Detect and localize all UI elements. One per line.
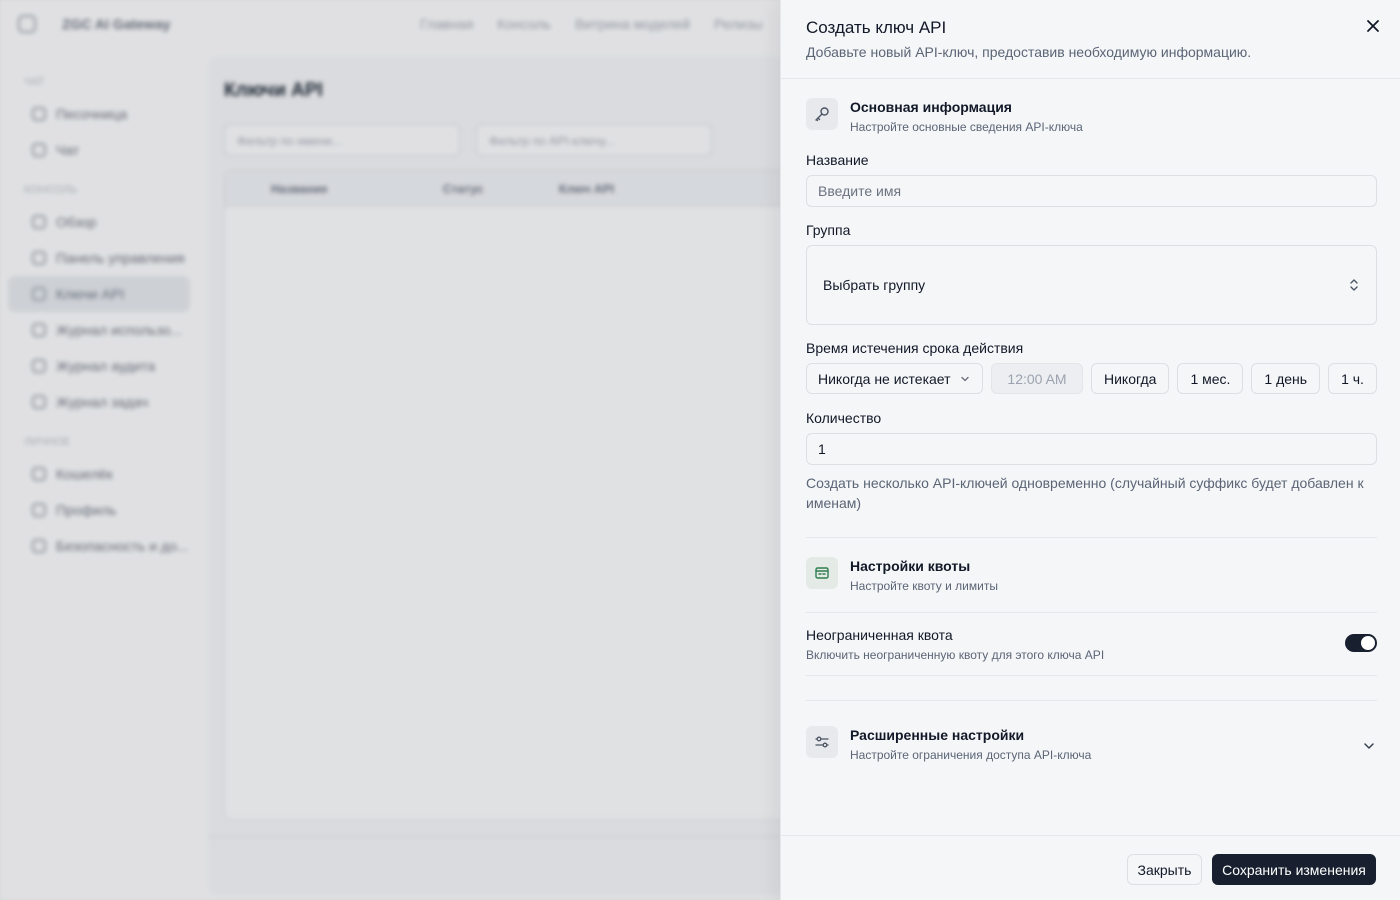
unlimited-quota-help: Включить неограниченную квоту для этого … <box>806 648 1105 662</box>
section-subtitle: Настройте ограничения доступа API-ключа <box>850 748 1092 762</box>
quantity-help: Создать несколько API-ключей одновременн… <box>806 475 1364 511</box>
group-label: Группа <box>806 222 851 238</box>
basic-info-header: Основная информация Настройте основные с… <box>806 98 1083 134</box>
name-label: Название <box>806 152 869 168</box>
drawer-title: Создать ключ API <box>806 18 947 37</box>
toggle-knob <box>1361 636 1375 650</box>
quota-text: Настройки квоты Настройте квоту и лимиты <box>850 557 998 593</box>
section-divider <box>806 700 1377 701</box>
create-api-key-drawer: Создать ключ API Добавьте новый API-ключ… <box>780 0 1400 900</box>
sliders-icon <box>806 726 838 758</box>
drawer-header: Создать ключ API Добавьте новый API-ключ… <box>781 0 1400 79</box>
drawer-description: Добавьте новый API-ключ, предоставив нео… <box>806 44 1252 60</box>
advanced-text: Расширенные настройки Настройте ограниче… <box>850 726 1091 762</box>
expiry-preset-never[interactable]: Никогда <box>1091 363 1170 394</box>
advanced-header[interactable]: Расширенные настройки Настройте ограниче… <box>806 726 1091 762</box>
chevron-up-down-icon <box>1350 279 1358 291</box>
expiry-time-input[interactable]: 12:00 AM <box>991 363 1083 394</box>
quantity-label: Количество <box>806 410 882 426</box>
section-divider <box>806 612 1377 613</box>
expiry-preset-1-month[interactable]: 1 мес. <box>1177 363 1244 394</box>
section-subtitle: Настройте основные сведения API-ключа <box>850 120 1083 134</box>
expiry-label: Время истечения срока действия <box>806 340 1024 356</box>
key-icon <box>806 98 838 130</box>
close-button[interactable]: Закрыть <box>1127 854 1202 885</box>
group-select-value: Выбрать группу <box>823 277 926 293</box>
wallet-icon <box>806 557 838 589</box>
drawer-footer: Закрыть Сохранить изменения <box>781 835 1400 900</box>
save-button[interactable]: Сохранить изменения <box>1212 854 1376 885</box>
section-divider <box>806 537 1377 538</box>
expiry-select[interactable]: Никогда не истекает <box>806 363 983 394</box>
expiry-controls: Никогда не истекает 12:00 AM Никогда 1 м… <box>806 363 1377 394</box>
quota-header: Настройки квоты Настройте квоту и лимиты <box>806 557 998 593</box>
unlimited-quota-label: Неограниченная квота <box>806 627 953 643</box>
expiry-preset-1-hour[interactable]: 1 ч. <box>1328 363 1377 394</box>
unlimited-quota-row: Неограниченная квота Включить неограниче… <box>806 627 1377 662</box>
section-title: Расширенные настройки <box>850 727 1025 743</box>
chevron-down-icon[interactable] <box>1362 740 1376 752</box>
basic-info-text: Основная информация Настройте основные с… <box>850 98 1083 134</box>
expiry-preset-1-day[interactable]: 1 день <box>1251 363 1321 394</box>
quantity-input[interactable] <box>806 433 1377 465</box>
section-divider <box>806 675 1377 676</box>
section-subtitle: Настройте квоту и лимиты <box>850 579 998 593</box>
unlimited-quota-toggle[interactable] <box>1345 634 1377 652</box>
chevron-down-icon <box>961 376 969 381</box>
section-title: Настройки квоты <box>850 558 971 574</box>
group-select[interactable]: Выбрать группу <box>806 245 1377 325</box>
close-icon[interactable] <box>1363 16 1383 36</box>
section-title: Основная информация <box>850 99 1012 115</box>
name-input[interactable] <box>806 175 1377 207</box>
expiry-select-value: Никогда не истекает <box>818 370 951 387</box>
